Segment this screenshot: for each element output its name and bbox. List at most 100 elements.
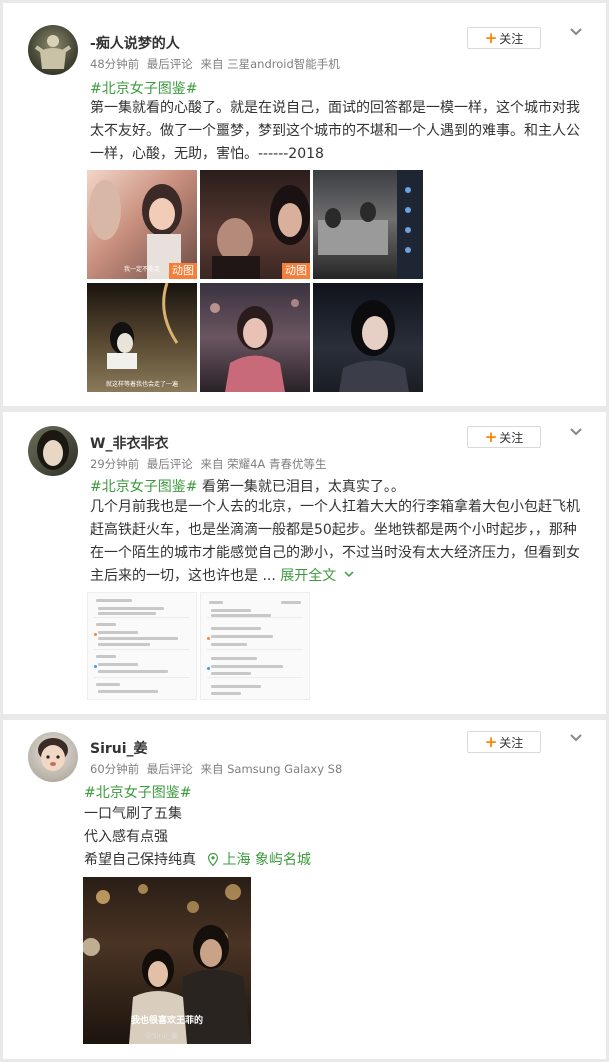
text-line bbox=[98, 612, 156, 615]
text-line bbox=[98, 643, 150, 646]
username[interactable]: W_非衣非衣 bbox=[90, 433, 168, 453]
post-tag: 最后评论 bbox=[146, 762, 193, 776]
username[interactable]: Sirui_姜 bbox=[90, 738, 148, 758]
post-image-6[interactable] bbox=[313, 283, 423, 392]
text-line bbox=[211, 685, 261, 688]
feed-card-3: Sirui_姜 60分钟前 最后评论 来自 Samsung Galaxy S8 … bbox=[3, 720, 606, 1059]
text-line bbox=[98, 690, 158, 693]
text-line bbox=[98, 631, 138, 634]
post-time[interactable]: 29分钟前 bbox=[90, 457, 139, 471]
post-text-line: 第一集就看的心酸了。就是在说自己，面试的回答都是一模一样，这个城市对我 bbox=[90, 100, 580, 116]
divider bbox=[94, 677, 190, 678]
post-image-3[interactable] bbox=[313, 170, 423, 279]
post-image-1[interactable]: 我一定不能走 动图 bbox=[87, 170, 197, 279]
status-dot bbox=[207, 637, 210, 640]
post-image-2[interactable]: 动图 bbox=[200, 170, 310, 279]
text-line bbox=[211, 609, 251, 612]
gif-badge: 动图 bbox=[169, 263, 197, 279]
post-photo[interactable]: 我也很喜欢王菲的 @Sirui_姜 bbox=[83, 877, 251, 1044]
post-meta: 60分钟前 最后评论 来自 Samsung Galaxy S8 bbox=[90, 761, 346, 777]
avatar-child-icon bbox=[38, 738, 68, 771]
post-image-screenshot-1[interactable] bbox=[87, 592, 197, 700]
image-caption: 就这样等着我也会走了一遍 bbox=[105, 381, 178, 388]
divider bbox=[207, 617, 303, 618]
divider bbox=[207, 677, 303, 678]
chevron-down-icon[interactable] bbox=[569, 733, 583, 743]
location-link[interactable]: 上海 象屿名城 bbox=[208, 852, 311, 868]
post-text-line: 赶高铁赶火车，也是坐滴滴一般都是50起步。坐地铁都是两个小时起步，，那种 bbox=[90, 522, 577, 538]
post-time[interactable]: 60分钟前 bbox=[90, 762, 139, 776]
post-image-screenshot-2[interactable] bbox=[200, 592, 310, 700]
hashtag-link[interactable]: #北京女子图鉴# bbox=[90, 81, 197, 97]
post-text-last-line: 主后来的一切，这也许也是 ... 展开全文 bbox=[90, 565, 354, 588]
avatar-face-icon bbox=[37, 430, 69, 470]
post-text-line: 几个月前我也是一个人去的北京，一个人扛着大大的行李箱拿着大包小包赶飞机 bbox=[90, 499, 580, 515]
avatar[interactable] bbox=[28, 25, 78, 75]
follow-label: 关注 bbox=[499, 430, 524, 445]
text-line bbox=[98, 637, 178, 640]
post-text-line: 太不友好。做了一个噩梦，梦到这个城市的不堪和一个人遇到的难事。和主人公 bbox=[90, 123, 580, 139]
text-line bbox=[96, 599, 132, 602]
image-content bbox=[339, 300, 409, 392]
post-tag: 最后评论 bbox=[146, 57, 193, 71]
post-text-line: 代入感有点强 bbox=[84, 829, 168, 845]
expand-label: 展开全文 bbox=[280, 568, 337, 584]
post-tag: 最后评论 bbox=[146, 457, 193, 471]
post-time[interactable]: 48分钟前 bbox=[90, 57, 139, 71]
text-line bbox=[98, 670, 168, 673]
text-line bbox=[281, 601, 301, 604]
hashtag-link[interactable]: #北京女子图鉴# bbox=[90, 479, 197, 495]
plus-icon: + bbox=[484, 28, 498, 47]
follow-label: 关注 bbox=[499, 735, 524, 750]
post-source[interactable]: 来自 三星android智能手机 bbox=[200, 57, 339, 71]
text-line bbox=[211, 672, 251, 675]
status-dot bbox=[94, 665, 97, 668]
hashtag-line: #北京女子图鉴# bbox=[84, 782, 191, 802]
hashtag-link[interactable]: #北京女子图鉴# bbox=[84, 785, 191, 801]
text-line bbox=[96, 683, 120, 686]
post-source[interactable]: 来自 荣耀4A 青春优等生 bbox=[200, 457, 326, 471]
chevron-down-icon[interactable] bbox=[569, 27, 583, 37]
divider bbox=[94, 649, 190, 650]
plus-icon: + bbox=[484, 732, 498, 751]
text-line bbox=[211, 657, 257, 660]
hashtag-line: #北京女子图鉴# 看第一集就已泪目，太真实了。。 bbox=[90, 476, 405, 496]
post-text: 希望自己保持纯真 bbox=[84, 852, 196, 868]
image-content bbox=[210, 299, 299, 392]
post-image-5[interactable] bbox=[200, 283, 310, 392]
text-line bbox=[211, 627, 261, 630]
text-line bbox=[211, 614, 271, 617]
text-line bbox=[96, 655, 116, 658]
divider bbox=[207, 649, 303, 650]
avatar[interactable] bbox=[28, 426, 78, 476]
expand-full-text-link[interactable]: 展开全文 bbox=[280, 568, 354, 584]
avatar-figure-icon bbox=[34, 35, 72, 69]
text-line bbox=[209, 601, 223, 604]
hashtag-line: #北京女子图鉴# bbox=[90, 78, 197, 98]
status-dot bbox=[94, 633, 97, 636]
follow-button[interactable]: + 关注 bbox=[467, 27, 541, 49]
location-pin-icon bbox=[208, 853, 219, 866]
plus-icon: + bbox=[484, 427, 498, 446]
post-source[interactable]: 来自 Samsung Galaxy S8 bbox=[200, 762, 342, 776]
post-text-line: 希望自己保持纯真 上海 象屿名城 bbox=[84, 849, 311, 872]
text-line bbox=[211, 665, 283, 668]
post-meta: 29分钟前 最后评论 来自 荣耀4A 青春优等生 bbox=[90, 456, 330, 472]
post-text-line: 在一个陌生的城市才能感觉自己的渺小，不过当时没有太大经济压力，但看到女 bbox=[90, 545, 580, 561]
status-dot bbox=[207, 667, 210, 670]
location-label: 上海 象屿名城 bbox=[222, 852, 311, 868]
text-line bbox=[211, 692, 241, 695]
photo-caption: 我也很喜欢王菲的 bbox=[130, 1016, 203, 1026]
text-line bbox=[211, 643, 247, 646]
post-text-line: 一样，心酸，无助，害怕。------2018 bbox=[90, 146, 324, 162]
chevron-down-icon[interactable] bbox=[569, 427, 583, 437]
avatar[interactable] bbox=[28, 732, 78, 782]
text-line bbox=[96, 623, 116, 626]
post-image-4[interactable]: 就这样等着我也会走了一遍 bbox=[87, 283, 197, 392]
follow-button[interactable]: + 关注 bbox=[467, 731, 541, 753]
post-text-line: 一口气刷了五集 bbox=[84, 806, 182, 822]
username[interactable]: -痴人说梦的人 bbox=[90, 33, 180, 53]
feed-card-1: -痴人说梦的人 48分钟前 最后评论 来自 三星android智能手机 + 关注… bbox=[3, 3, 606, 406]
chevron-down-icon bbox=[344, 571, 354, 578]
follow-button[interactable]: + 关注 bbox=[467, 426, 541, 448]
